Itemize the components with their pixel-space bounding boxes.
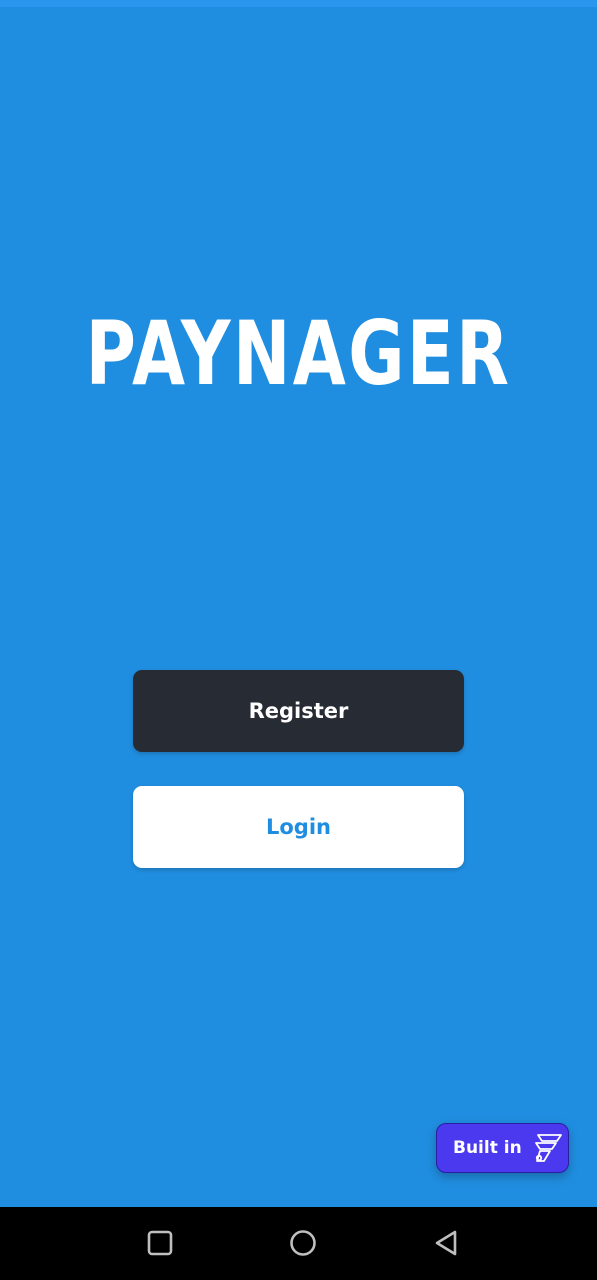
register-button[interactable]: Register [133,670,464,752]
flutterflow-logo-icon [530,1131,564,1165]
built-in-badge-label: Built in [453,1138,522,1158]
circle-home-icon[interactable] [285,1225,321,1261]
status-bar-strip [0,0,597,7]
system-navigation-bar [0,1207,597,1280]
app-logo-text: PAYNAGER [85,302,512,405]
square-recents-icon[interactable] [142,1225,178,1261]
login-button-label: Login [266,815,331,839]
login-button[interactable]: Login [133,786,464,868]
register-button-label: Register [248,699,349,723]
built-in-badge[interactable]: Built in [436,1123,569,1173]
welcome-screen [0,7,597,1207]
triangle-back-icon[interactable] [428,1225,464,1261]
